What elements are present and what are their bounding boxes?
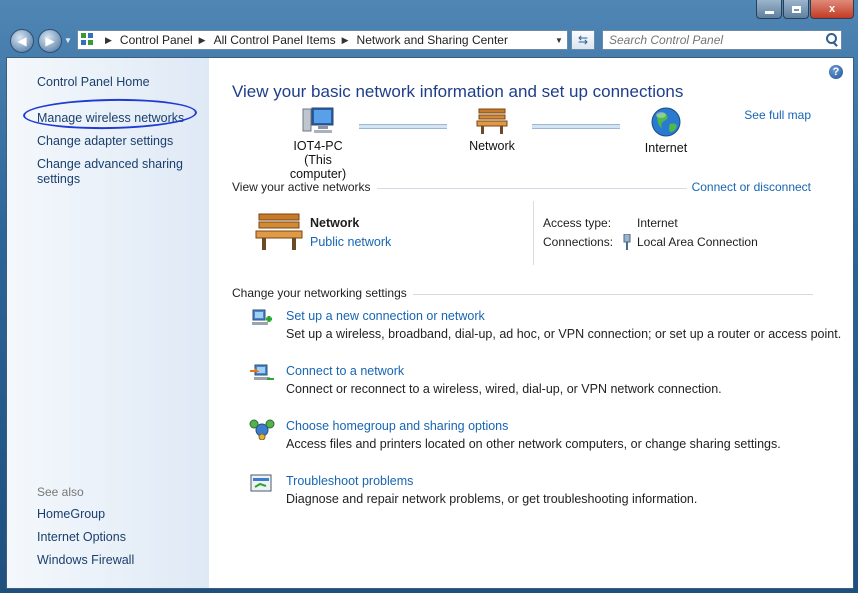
address-bar[interactable]: ▶ Control Panel ▶ All Control Panel Item… [77,30,568,50]
bench-icon [255,213,303,250]
bench-icon [476,108,508,134]
chevron-right-icon[interactable]: ▶ [105,35,112,46]
page-title: View your basic network information and … [232,82,684,101]
refresh-button[interactable]: ⇆ [571,30,595,50]
see-also-windows-firewall[interactable]: Windows Firewall [37,553,134,568]
troubleshoot-desc: Diagnose and repair network problems, or… [286,492,698,506]
sidebar-item-advanced-sharing[interactable]: Change advanced sharing settings [37,157,197,187]
map-connector-line [532,124,620,129]
minimize-button[interactable] [756,0,782,19]
vertical-divider [533,201,534,265]
control-panel-icon [81,33,95,47]
setup-connection-desc: Set up a wireless, broadband, dial-up, a… [286,327,842,341]
task-homegroup: Choose homegroup and sharing options Acc… [286,419,781,451]
local-area-connection-link[interactable]: Local Area Connection [637,235,758,249]
navigation-bar: ◀ ▶ ▼ ▶ Control Panel ▶ All Control Pane… [0,28,858,54]
section-divider [377,188,687,189]
close-button[interactable]: x [810,0,854,19]
troubleshoot-icon [250,474,272,492]
globe-icon [651,107,681,137]
homegroup-sharing-link[interactable]: Choose homegroup and sharing options [286,419,781,433]
homegroup-icon [249,419,275,440]
map-internet[interactable]: Internet [631,106,701,155]
see-also-label: See also [37,485,84,499]
main-content: ? View your basic network information an… [209,58,853,588]
chevron-down-icon[interactable]: ▼ [551,36,567,45]
search-icon[interactable] [823,31,841,49]
computer-sub: (This computer) [289,153,347,181]
maximize-button[interactable] [783,0,809,19]
sidebar-item-home[interactable]: Control Panel Home [37,75,150,90]
caption-buttons: x [756,0,854,19]
access-type-value: Internet [637,216,678,230]
network-location-link[interactable]: Public network [310,235,391,249]
active-network-name: Network [310,216,360,230]
map-computer[interactable]: IOT4-PC (This computer) [275,106,361,181]
network-map-label: Network [469,139,515,153]
breadcrumb-control-panel[interactable]: Control Panel [120,33,193,47]
connect-disconnect-link[interactable]: Connect or disconnect [692,180,811,194]
homegroup-sharing-desc: Access files and printers located on oth… [286,437,781,451]
see-full-map-link[interactable]: See full map [744,108,811,122]
forward-button[interactable]: ▶ [38,29,62,53]
new-connection-icon [252,309,272,325]
connect-network-icon [250,364,274,380]
help-icon[interactable]: ? [829,65,843,79]
map-connector-line [359,124,447,129]
arrow-right-icon: ▶ [45,34,55,48]
recent-pages-dropdown[interactable]: ▼ [64,36,72,45]
sidebar: Control Panel Home Manage wireless netwo… [7,58,209,588]
search-box [602,30,842,50]
chevron-right-icon[interactable]: ▶ [199,35,206,46]
connect-network-link[interactable]: Connect to a network [286,364,722,378]
task-setup-connection: Set up a new connection or network Set u… [286,309,841,341]
active-networks-label: View your active networks [232,180,371,194]
minimize-icon [764,10,774,14]
access-type-label: Access type: [543,216,612,230]
maximize-icon [791,5,801,13]
back-button[interactable]: ◀ [10,29,34,53]
computer-icon [302,107,334,133]
breadcrumb-network-center[interactable]: Network and Sharing Center [357,33,508,47]
arrow-left-icon: ◀ [17,34,27,48]
section-divider [413,294,813,295]
window-frame: x ◀ ▶ ▼ ▶ Control Panel ▶ All Control Pa… [0,0,858,593]
breadcrumb-all-items[interactable]: All Control Panel Items [214,33,336,47]
ethernet-icon [623,234,631,250]
task-troubleshoot: Troubleshoot problems Diagnose and repai… [286,474,697,506]
setup-connection-link[interactable]: Set up a new connection or network [286,309,841,323]
see-also-internet-options[interactable]: Internet Options [37,530,126,545]
internet-map-label: Internet [644,141,688,155]
map-network[interactable]: Network [457,106,527,153]
computer-name: IOT4-PC [293,139,343,153]
chevron-right-icon[interactable]: ▶ [342,35,349,46]
see-also-homegroup[interactable]: HomeGroup [37,507,105,522]
task-connect-network: Connect to a network Connect or reconnec… [286,364,722,396]
client-area: Control Panel Home Manage wireless netwo… [6,57,854,589]
sidebar-item-adapter-settings[interactable]: Change adapter settings [37,134,173,149]
connections-label: Connections: [543,235,614,249]
refresh-icon: ⇆ [577,33,589,47]
connect-network-desc: Connect or reconnect to a wireless, wire… [286,382,722,396]
troubleshoot-link[interactable]: Troubleshoot problems [286,474,697,488]
search-input[interactable] [603,32,823,48]
change-settings-label: Change your networking settings [232,286,407,300]
